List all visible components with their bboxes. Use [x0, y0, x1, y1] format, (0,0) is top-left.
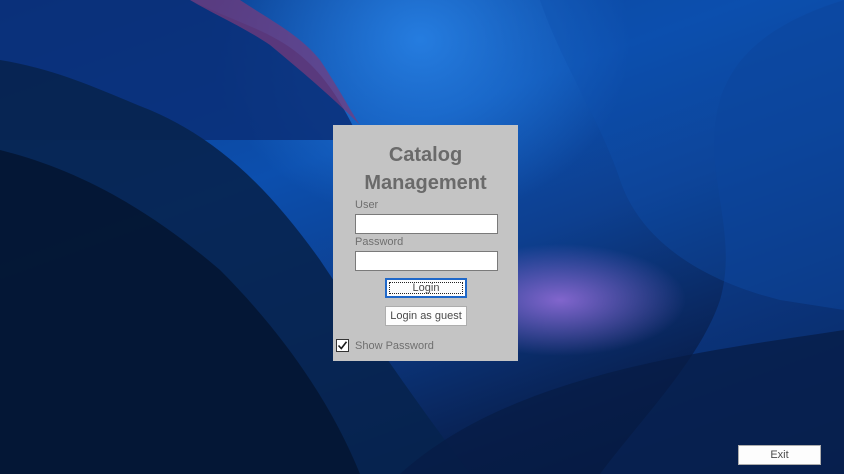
login-as-guest-button[interactable]: Login as guest: [385, 306, 467, 326]
show-password-label: Show Password: [355, 339, 434, 352]
user-label: User: [355, 199, 379, 211]
show-password-toggle[interactable]: Show Password: [336, 339, 434, 352]
login-button-label: Login: [389, 282, 463, 294]
login-panel: Catalog Management User Password Login L…: [333, 125, 518, 361]
password-label: Password: [355, 236, 404, 248]
password-input[interactable]: [355, 251, 498, 271]
show-password-checkbox[interactable]: [336, 339, 349, 352]
check-icon: [337, 341, 348, 350]
login-button[interactable]: Login: [385, 278, 467, 298]
exit-button[interactable]: Exit: [738, 445, 821, 465]
user-input[interactable]: [355, 214, 498, 234]
app-title: Catalog Management: [364, 144, 487, 194]
